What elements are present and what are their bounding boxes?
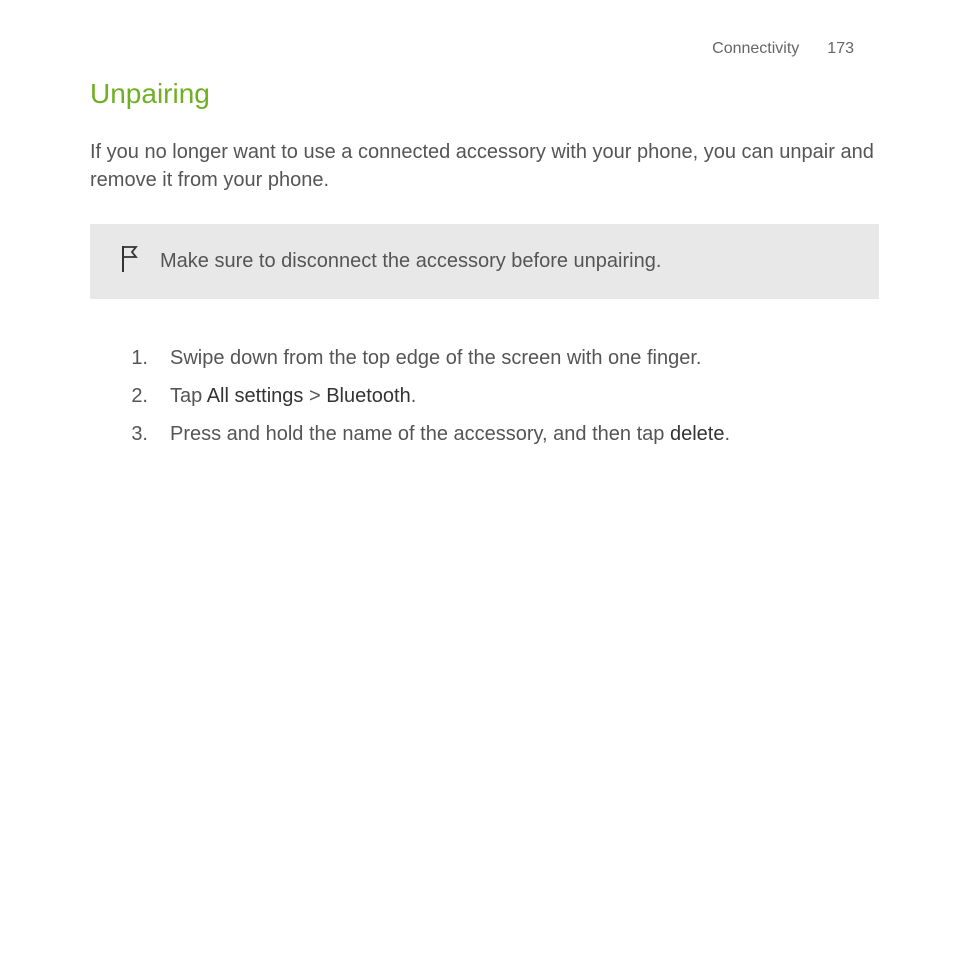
intro-paragraph: If you no longer want to use a connected… xyxy=(90,138,879,194)
note-text: Make sure to disconnect the accessory be… xyxy=(160,250,661,273)
page-header: Connectivity 173 xyxy=(90,40,879,58)
flag-icon xyxy=(120,244,140,279)
step-number: 2. xyxy=(130,377,148,415)
page-number: 173 xyxy=(827,40,854,58)
document-page: Connectivity 173 Unpairing If you no lon… xyxy=(0,0,954,493)
step-number: 1. xyxy=(130,339,148,377)
note-box: Make sure to disconnect the accessory be… xyxy=(90,224,879,299)
step-item: 3. Press and hold the name of the access… xyxy=(90,415,879,453)
step-text: Swipe down from the top edge of the scre… xyxy=(170,339,879,377)
step-text: Tap All settings > Bluetooth. xyxy=(170,377,879,415)
step-text: Press and hold the name of the accessory… xyxy=(170,415,879,453)
step-number: 3. xyxy=(130,415,148,453)
chapter-name: Connectivity xyxy=(712,40,799,58)
step-item: 1. Swipe down from the top edge of the s… xyxy=(90,339,879,377)
section-title: Unpairing xyxy=(90,78,879,110)
steps-list: 1. Swipe down from the top edge of the s… xyxy=(90,339,879,453)
step-item: 2. Tap All settings > Bluetooth. xyxy=(90,377,879,415)
